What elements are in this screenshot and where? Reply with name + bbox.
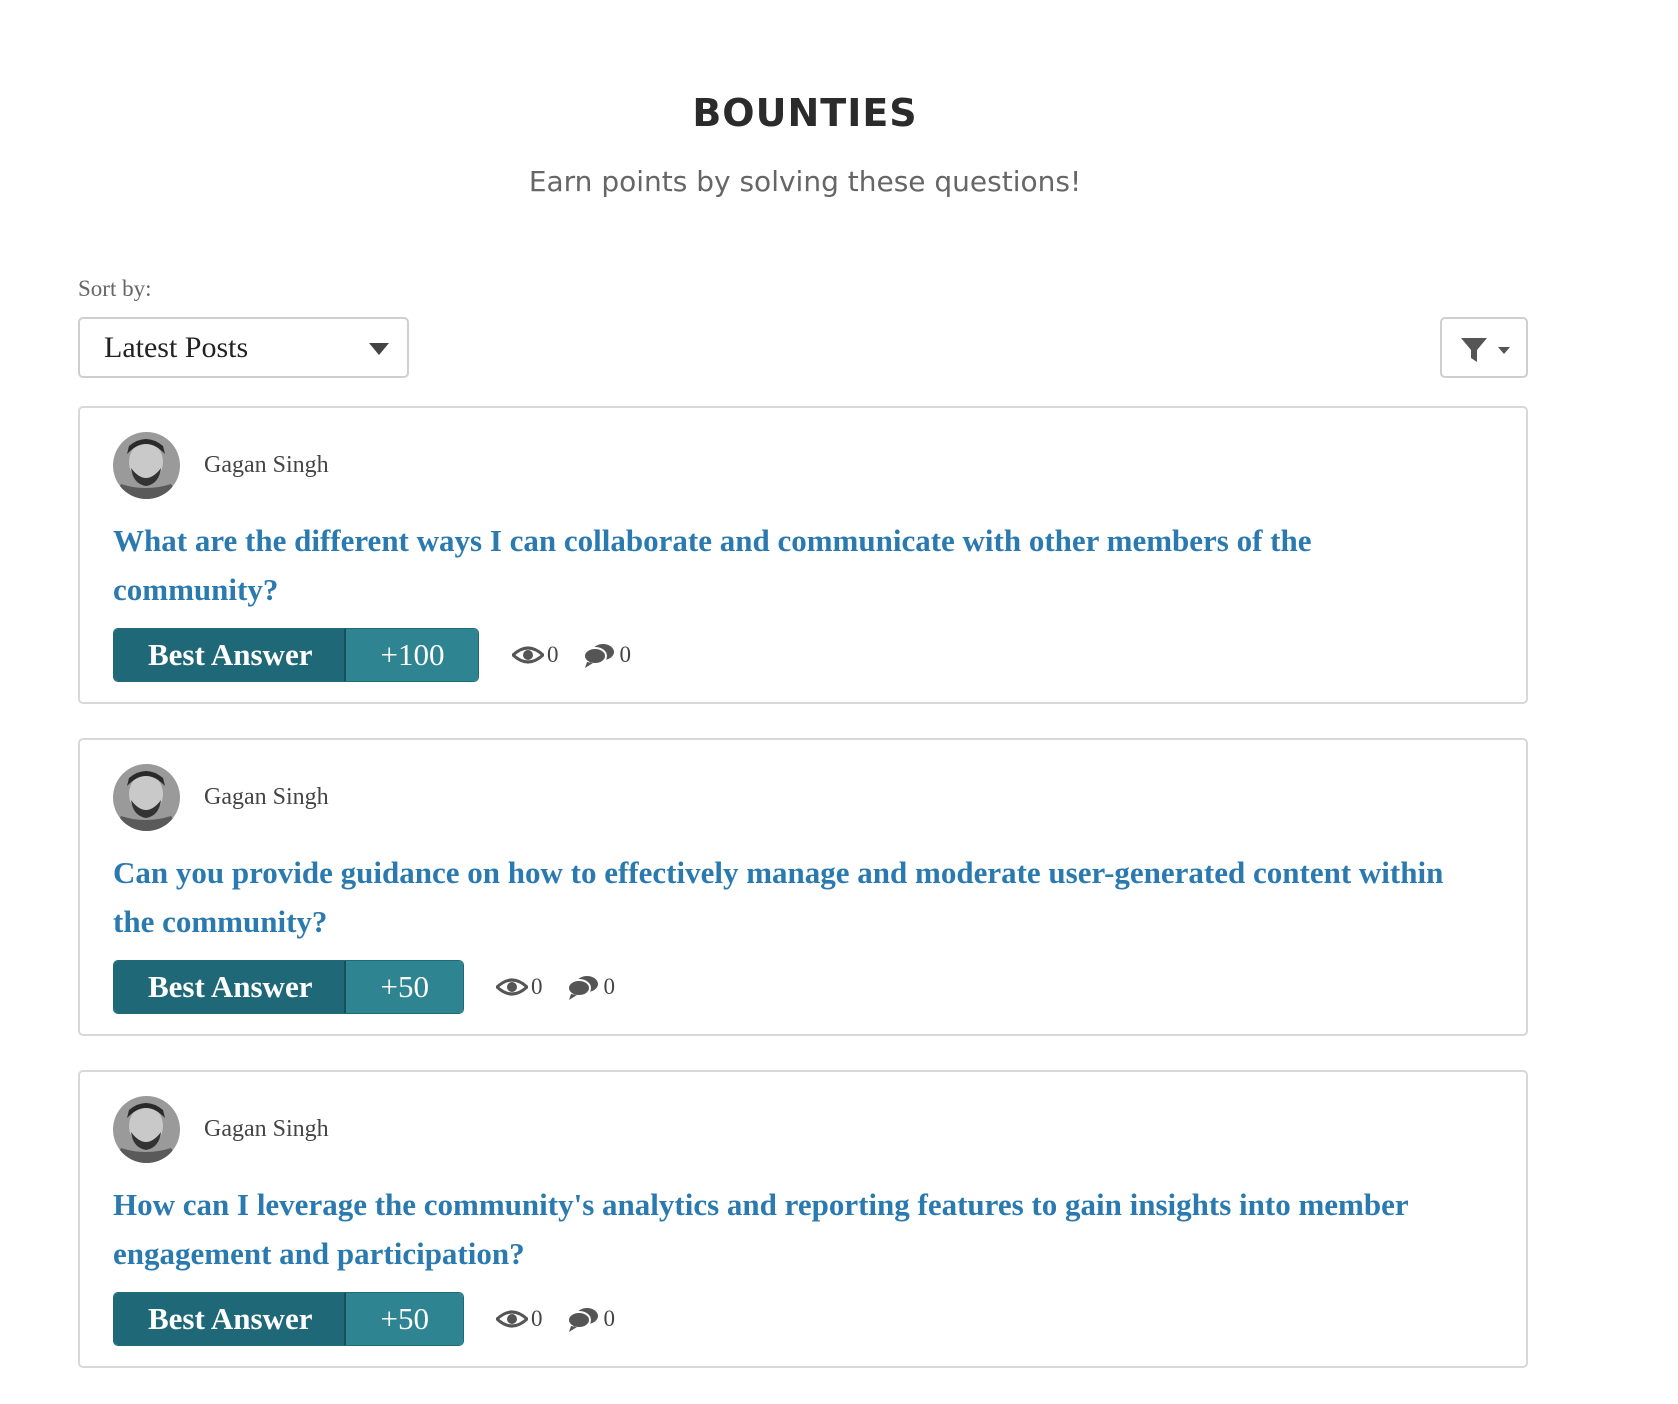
question-title-link[interactable]: Can you provide guidance on how to effec…: [113, 848, 1483, 946]
views-count: 0: [496, 1306, 543, 1332]
eye-icon: [496, 978, 528, 996]
eye-icon: [496, 1310, 528, 1328]
comments-icon: [582, 644, 614, 668]
views-count: 0: [496, 974, 543, 1000]
bounty-card: Gagan Singh Can you provide guidance on …: [78, 738, 1528, 1036]
replies-count: 0: [582, 642, 632, 668]
bounty-points: +50: [346, 961, 463, 1013]
author-name[interactable]: Gagan Singh: [204, 1114, 329, 1144]
sort-label: Sort by:: [78, 276, 152, 301]
avatar[interactable]: [113, 432, 180, 499]
avatar[interactable]: [113, 1096, 180, 1163]
author-name[interactable]: Gagan Singh: [204, 450, 329, 480]
bounty-card: Gagan Singh What are the different ways …: [78, 406, 1528, 704]
replies-value: 0: [603, 974, 616, 999]
chevron-down-icon: [369, 343, 389, 355]
question-title-link[interactable]: What are the different ways I can collab…: [113, 516, 1483, 614]
bounty-points: +50: [346, 1293, 463, 1345]
eye-icon: [512, 646, 544, 664]
author-name[interactable]: Gagan Singh: [204, 782, 329, 812]
bounty-badge: Best Answer +100: [113, 628, 480, 682]
comments-icon: [566, 976, 598, 1000]
avatar[interactable]: [113, 764, 180, 831]
views-count: 0: [512, 642, 559, 668]
caret-down-icon: [1498, 347, 1510, 354]
bounty-points: +100: [346, 629, 479, 681]
replies-value: 0: [619, 642, 632, 667]
replies-count: 0: [566, 974, 616, 1000]
post-stats: 0 0: [512, 640, 655, 670]
page-subtitle: Earn points by solving these questions!: [528, 165, 1082, 198]
replies-count: 0: [566, 1306, 616, 1332]
post-stats: 0 0: [496, 972, 639, 1002]
page-title: BOUNTIES: [692, 91, 918, 135]
bounty-card: Gagan Singh How can I leverage the commu…: [78, 1070, 1528, 1368]
replies-value: 0: [603, 1306, 616, 1331]
bounty-label: Best Answer: [114, 629, 347, 681]
views-value: 0: [531, 974, 543, 999]
filter-button[interactable]: [1440, 317, 1528, 378]
filter-icon: [1461, 338, 1487, 362]
bounty-badge: Best Answer +50: [113, 1292, 464, 1346]
views-value: 0: [547, 642, 559, 667]
sort-dropdown[interactable]: Latest Posts: [78, 317, 409, 378]
bounty-label: Best Answer: [114, 961, 347, 1013]
question-title-link[interactable]: How can I leverage the community's analy…: [113, 1180, 1483, 1278]
bounty-badge: Best Answer +50: [113, 960, 464, 1014]
post-stats: 0 0: [496, 1304, 639, 1334]
bounty-label: Best Answer: [114, 1293, 347, 1345]
comments-icon: [566, 1308, 598, 1332]
views-value: 0: [531, 1306, 543, 1331]
sort-selected-value: Latest Posts: [104, 331, 249, 364]
